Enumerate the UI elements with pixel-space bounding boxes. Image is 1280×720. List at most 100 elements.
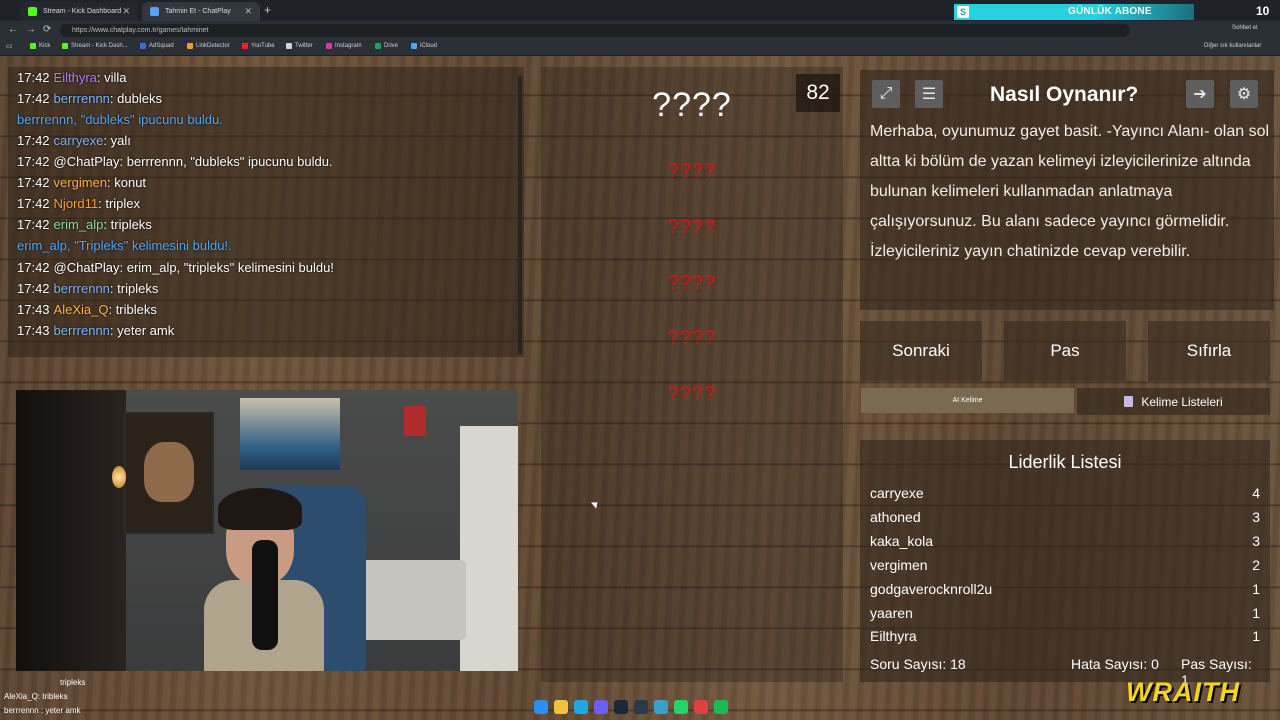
bookmarks-bar: ▭ Kick Stream - Kick Dash... AdSquad Lin…: [0, 40, 1280, 56]
ai-word-button[interactable]: AI Kelime: [861, 388, 1074, 413]
chat-message: 17:42 Njord11: triplex: [17, 196, 140, 211]
chat-username[interactable]: berrrennn: [54, 323, 110, 338]
spotify-icon[interactable]: [714, 700, 728, 714]
browser-tab-bar: Stream - Kick Dashboard ✕ Tahmin Et - Ch…: [0, 0, 1280, 21]
leaderboard-title: Liderlik Listesi: [1008, 452, 1122, 472]
bookmark-youtube[interactable]: YouTube: [242, 43, 275, 49]
chat-scrollbar[interactable]: [518, 76, 522, 354]
apps-icon[interactable]: ▭: [6, 42, 13, 50]
file-explorer-icon[interactable]: [554, 700, 568, 714]
exit-icon[interactable]: ➔: [1186, 80, 1214, 108]
chat-text: : dubleks: [109, 91, 162, 106]
chat-time: 17:43: [17, 323, 50, 338]
address-bar-row: ← → ⟳ https://www.chatplay.com.tr/games/…: [0, 21, 1280, 40]
chat-time: 17:42: [17, 154, 50, 169]
chat-time: 17:42: [17, 133, 50, 148]
chat-message: 17:42 vergimen: konut: [17, 175, 146, 190]
chat-time: 17:42: [17, 175, 50, 190]
chat-username[interactable]: Eilthyra: [54, 70, 97, 85]
app-icon[interactable]: [654, 700, 668, 714]
discord-icon[interactable]: [594, 700, 608, 714]
kick-icon: [30, 43, 36, 49]
chat-username[interactable]: carryexe: [54, 133, 104, 148]
chat-time: 17:42: [17, 196, 50, 211]
tab-kick-dashboard[interactable]: Stream - Kick Dashboard ✕: [20, 2, 138, 21]
reload-icon[interactable]: ⟳: [43, 24, 51, 35]
close-tab-icon[interactable]: ✕: [122, 6, 130, 17]
forbidden-word-slot: ????: [667, 216, 717, 238]
forbidden-word-slot: ????: [667, 272, 717, 294]
chat-extension-button[interactable]: Sohbet et: [1232, 25, 1258, 31]
bookmark-twitter[interactable]: Twitter: [286, 43, 313, 49]
bookmark-adsquad[interactable]: AdSquad: [140, 43, 174, 49]
book-icon: [1124, 396, 1134, 407]
chat-username[interactable]: @ChatPlay: [54, 154, 120, 169]
subscriber-banner: S GÜNLÜK ABONE: [954, 4, 1194, 20]
bookmark-linkdetector[interactable]: LinkDetector: [187, 43, 230, 49]
chat-message: 17:42 @ChatPlay: berrrennn, "dubleks" ipu…: [17, 154, 333, 169]
linkdetector-icon: [187, 43, 193, 49]
bookmark-drive[interactable]: Drive: [375, 43, 398, 49]
chat-username[interactable]: Njord11: [54, 196, 99, 211]
close-tab-icon[interactable]: ✕: [244, 6, 252, 17]
app-icon[interactable]: [694, 700, 708, 714]
chat-time: 17:42: [17, 260, 50, 275]
word-lists-button[interactable]: Kelime Listeleri: [1077, 388, 1270, 415]
next-button[interactable]: Sonraki: [860, 321, 982, 381]
chat-message: 17:42 berrrennn: dubleks: [17, 91, 162, 106]
icloud-icon: [411, 43, 417, 49]
back-icon[interactable]: ←: [8, 24, 18, 35]
whatsapp-icon[interactable]: [674, 700, 688, 714]
edge-icon[interactable]: [574, 700, 588, 714]
drive-icon: [375, 43, 381, 49]
gear-icon[interactable]: ⚙: [1230, 80, 1258, 108]
instagram-icon: [326, 43, 332, 49]
wraith-logo: WRAITH: [1126, 677, 1240, 707]
tab-chatplay[interactable]: Tahmin Et - ChatPlay ✕: [142, 2, 260, 21]
new-tab-button[interactable]: +: [264, 3, 271, 17]
bookmark-icloud[interactable]: iCloud: [411, 43, 437, 49]
webcam-feed: [16, 390, 518, 671]
steam-icon[interactable]: [614, 700, 628, 714]
other-bookmarks[interactable]: Diğer sık kullanılanlar: [1204, 43, 1261, 49]
how-to-play-title: Nasıl Oynanır?: [990, 83, 1139, 106]
kick-icon: [62, 43, 68, 49]
chat-username[interactable]: berrrennn: [54, 281, 110, 296]
chat-message: 17:42 berrrennn: tripleks: [17, 281, 158, 296]
leaderboard-row: kaka_kola 3: [870, 533, 1260, 549]
chat-username[interactable]: vergimen: [54, 175, 107, 190]
pass-button[interactable]: Pas: [1004, 321, 1126, 381]
chat-username[interactable]: berrrennn: [54, 91, 110, 106]
tab-label: Tahmin Et - ChatPlay: [165, 8, 231, 15]
kick-icon: [28, 7, 37, 16]
forbidden-word-slot: ????: [667, 160, 717, 182]
leaderboard-row: Eilthyra 1: [870, 628, 1260, 644]
chat-username[interactable]: AleXia_Q: [54, 302, 109, 317]
url-field[interactable]: https://www.chatplay.com.tr/games/tahmin…: [60, 24, 1130, 37]
chat-username[interactable]: erim_alp: [54, 217, 104, 232]
forward-icon[interactable]: →: [26, 24, 36, 35]
chat-text: : triplex: [98, 196, 141, 211]
chat-text: : tripleks: [109, 281, 159, 296]
forbidden-word-slot: ????: [667, 383, 717, 405]
reset-button[interactable]: Sıfırla: [1148, 321, 1270, 381]
chat-text: : konut: [107, 175, 147, 190]
chat-text: : tribleks: [108, 302, 157, 317]
bookmark-instagram[interactable]: Instagram: [326, 43, 362, 49]
app-icon[interactable]: [634, 700, 648, 714]
wave-poster: [240, 398, 340, 470]
bookmark-kick[interactable]: Kick: [30, 43, 50, 49]
leaderboard-row: vergimen 2: [870, 557, 1260, 573]
overlay-chat-line: AleXia_Q: tribleks: [4, 692, 68, 701]
chat-time: 17:42: [17, 281, 50, 296]
bookmark-kick-dashboard[interactable]: Stream - Kick Dash...: [62, 43, 128, 49]
windows-start-icon[interactable]: [534, 700, 548, 714]
document-icon[interactable]: ☰: [915, 80, 943, 108]
chat-username[interactable]: @ChatPlay: [54, 260, 120, 275]
chat-time: 17:42: [17, 70, 50, 85]
fullscreen-icon[interactable]: ⤢: [872, 80, 900, 108]
system-message: erim_alp, "Tripleks" kelimesini buldu!.: [17, 238, 232, 253]
microphone: [252, 540, 278, 650]
tab-label: Stream - Kick Dashboard: [43, 8, 122, 15]
chat-message: 17:42 carryexe: yalı: [17, 133, 131, 148]
